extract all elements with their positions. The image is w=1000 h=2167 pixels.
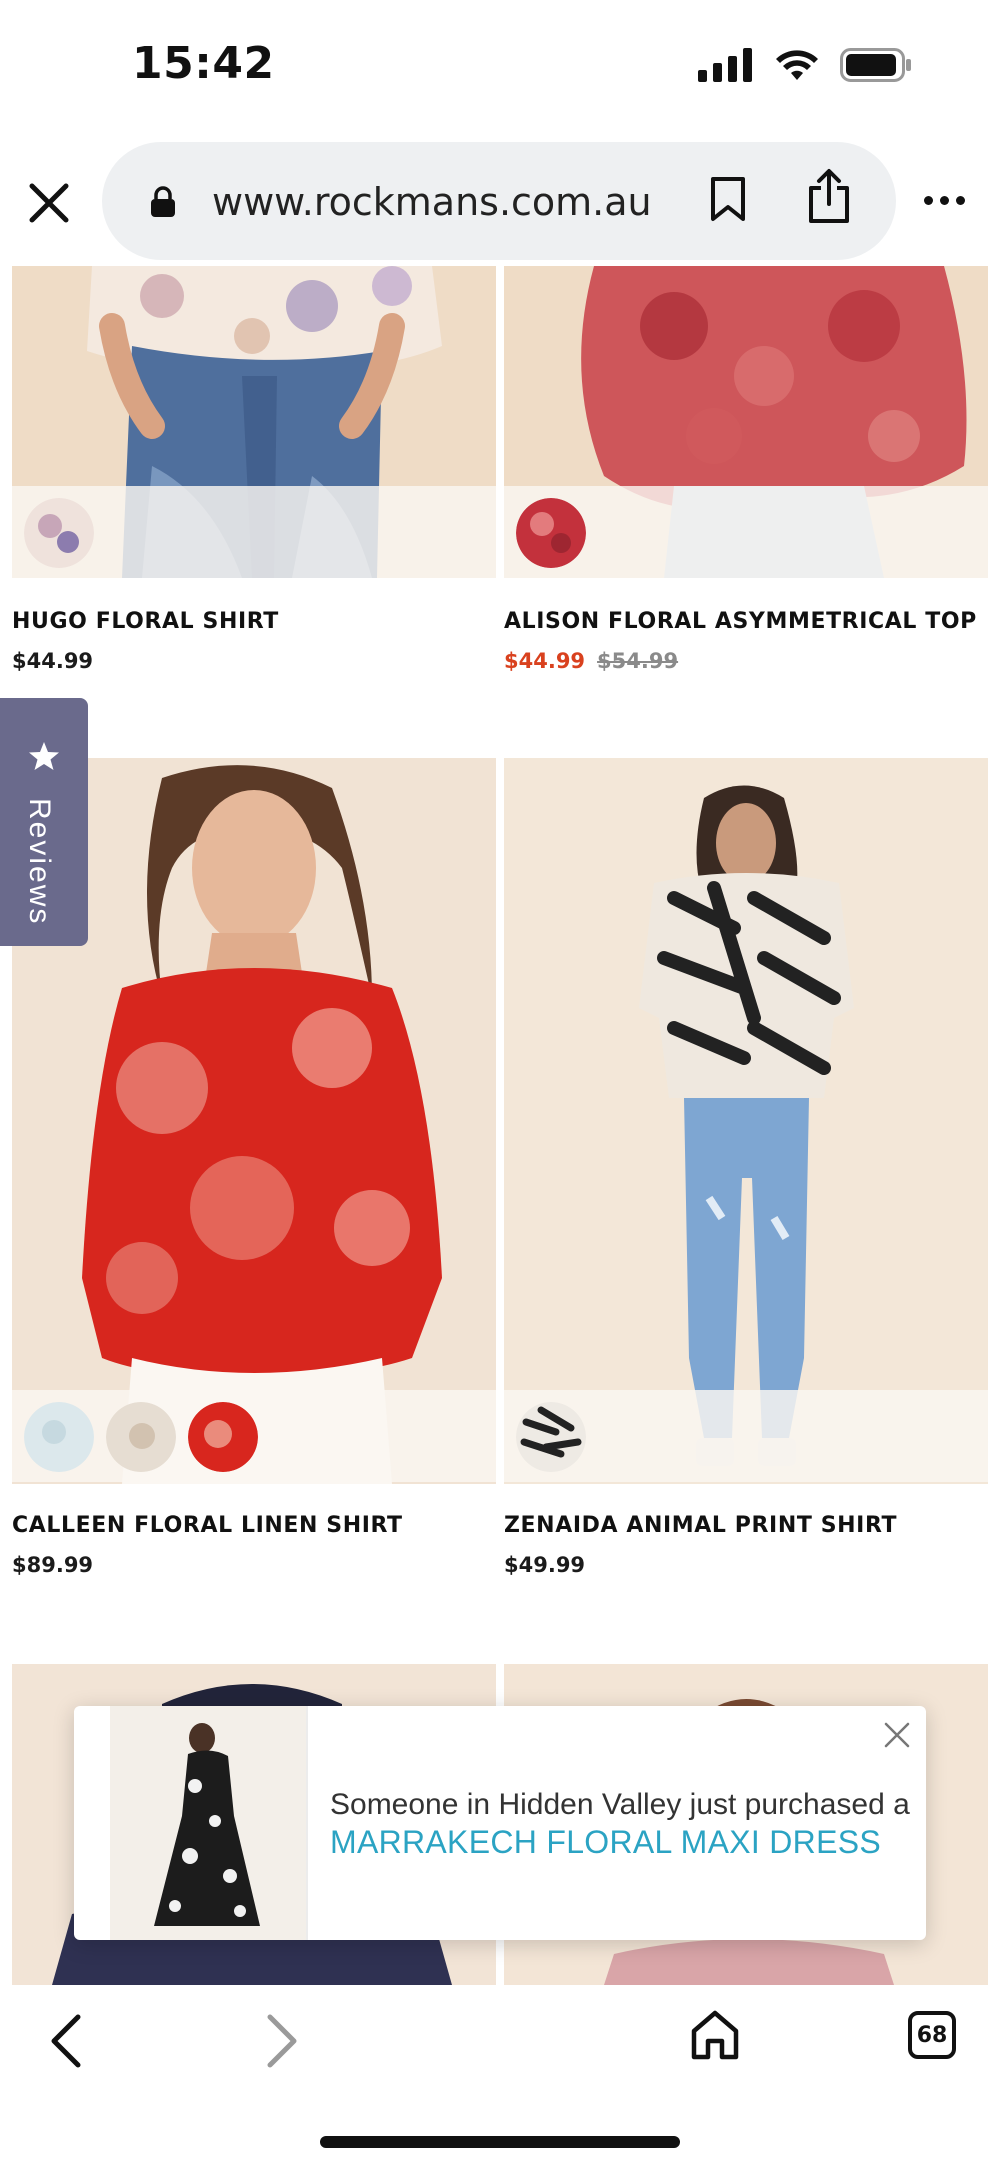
reviews-label: Reviews xyxy=(23,798,56,926)
product-card-zenaida-animal-print-shirt[interactable]: ZENAIDA ANIMAL PRINT SHIRT $49.99 xyxy=(504,758,988,1588)
product-price: $89.99 xyxy=(12,1553,93,1577)
product-price: $49.99 xyxy=(504,1553,585,1577)
status-time: 15:42 xyxy=(132,38,275,89)
color-swatch[interactable] xyxy=(24,498,94,568)
recent-purchase-popup[interactable]: Someone in Hidden Valley just purchased … xyxy=(74,1706,926,1940)
reviews-tab[interactable]: Reviews xyxy=(0,698,88,946)
close-icon[interactable] xyxy=(880,1718,914,1752)
popup-message: Someone in Hidden Valley just purchased … xyxy=(330,1788,910,1821)
product-price: $44.99 $54.99 xyxy=(504,649,678,673)
color-swatch-strip xyxy=(12,1390,496,1482)
product-price: $44.99 xyxy=(12,649,93,673)
product-name[interactable]: CALLEEN FLORAL LINEN SHIRT xyxy=(12,1513,403,1538)
color-swatch[interactable] xyxy=(188,1402,258,1472)
back-arrow-icon[interactable] xyxy=(46,2013,86,2069)
color-swatch-strip xyxy=(12,486,496,578)
product-name[interactable]: ZENAIDA ANIMAL PRINT SHIRT xyxy=(504,1513,897,1538)
wifi-icon xyxy=(776,50,818,80)
url-bar[interactable]: www.rockmans.com.au xyxy=(102,142,896,260)
close-icon[interactable] xyxy=(26,180,72,226)
product-thumbnail[interactable] xyxy=(110,1706,308,1940)
tabs-count-button[interactable]: 68 xyxy=(908,2011,956,2059)
status-bar: 15:42 xyxy=(0,0,1000,130)
color-swatch-strip xyxy=(504,1390,988,1482)
popup-product-link[interactable]: MARRAKECH FLORAL MAXI DRESS xyxy=(330,1824,881,1861)
status-icons xyxy=(698,48,912,82)
original-price: $54.99 xyxy=(597,649,679,673)
current-price: $44.99 xyxy=(12,649,94,673)
current-price: $89.99 xyxy=(12,1553,94,1577)
forward-arrow-icon[interactable] xyxy=(262,2013,302,2069)
color-swatch[interactable] xyxy=(516,1402,586,1472)
product-card-alison-floral-asymmetrical-top[interactable]: ALISON FLORAL ASYMMETRICAL TOP $44.99 $54… xyxy=(504,266,988,686)
browser-toolbar: www.rockmans.com.au xyxy=(0,130,1000,266)
battery-icon xyxy=(840,48,911,82)
color-swatch[interactable] xyxy=(516,498,586,568)
color-swatch[interactable] xyxy=(24,1402,94,1472)
current-price: $49.99 xyxy=(504,1553,586,1577)
home-indicator xyxy=(320,2136,680,2148)
product-image[interactable] xyxy=(504,758,988,1484)
color-swatch[interactable] xyxy=(106,1402,176,1472)
more-options-icon[interactable] xyxy=(924,196,965,205)
sale-price: $44.99 xyxy=(504,649,586,673)
share-icon[interactable] xyxy=(806,168,852,224)
product-card-hugo-floral-shirt[interactable]: HUGO FLORAL SHIRT $44.99 xyxy=(12,266,496,686)
cellular-signal-icon xyxy=(698,48,752,82)
product-name[interactable]: HUGO FLORAL SHIRT xyxy=(12,609,279,634)
popup-divider xyxy=(306,1706,308,1940)
star-icon xyxy=(29,742,59,770)
home-icon[interactable] xyxy=(690,2009,740,2061)
url-text: www.rockmans.com.au xyxy=(212,180,652,224)
product-name[interactable]: ALISON FLORAL ASYMMETRICAL TOP xyxy=(504,609,977,634)
color-swatch-strip xyxy=(504,486,988,578)
lock-icon xyxy=(151,186,175,217)
bookmark-icon[interactable] xyxy=(710,176,746,222)
